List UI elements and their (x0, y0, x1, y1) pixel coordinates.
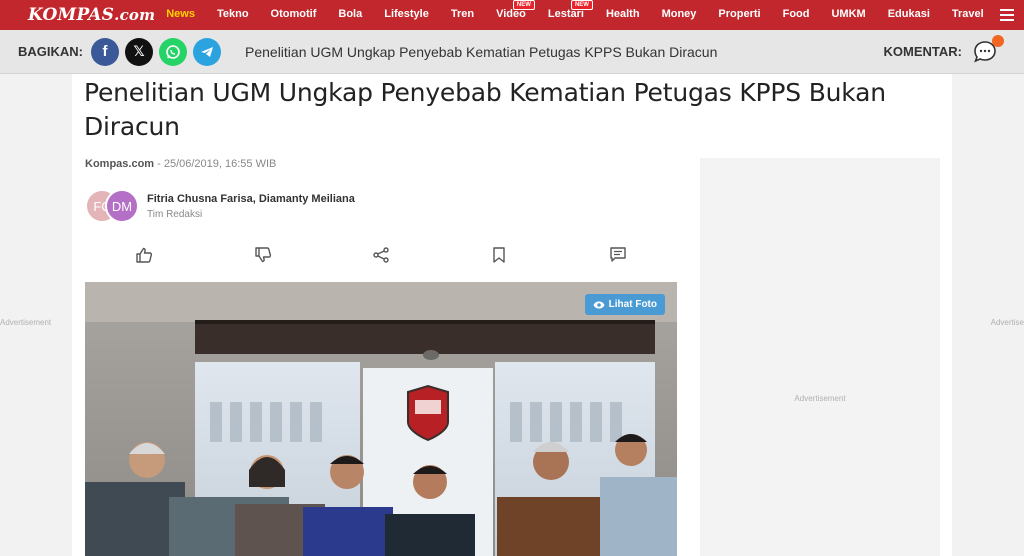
nav-item-label: Food (782, 8, 810, 20)
comment-button[interactable] (559, 240, 677, 270)
facebook-share-button[interactable]: f (91, 37, 119, 66)
left-ad-label: Advertisement (0, 318, 52, 327)
nav-item-umkm[interactable]: UMKM (820, 0, 876, 30)
nav-item-label: News (166, 8, 195, 20)
komentar-label: KOMENTAR: (883, 44, 962, 59)
nav-item-label: Tekno (216, 8, 249, 20)
share-icon (373, 247, 389, 263)
logo-text: KOMPAS (28, 5, 115, 25)
facebook-icon: f (102, 43, 108, 60)
nav-item-health[interactable]: Health (595, 0, 651, 30)
nav-item-label: Lifestyle (384, 8, 429, 20)
lihat-foto-label: Lihat Foto (608, 299, 657, 310)
nav-item-money[interactable]: Money (651, 0, 708, 30)
nav-list: News Tekno Otomotif Bola Lifestyle Tren Video N… (155, 0, 994, 30)
nav-item-food[interactable]: Food (772, 0, 821, 30)
nav-item-bola[interactable]: Bola (327, 0, 373, 30)
share-bar-title: Penelitian UGM Ungkap Penyebab Kematian … (245, 43, 718, 60)
nav-item-news[interactable]: News (155, 0, 206, 30)
kompas-logo[interactable]: KOMPAS .com (0, 0, 155, 30)
author-avatar-dm[interactable]: DM (105, 189, 139, 223)
sidebar-ad-label: Advertisement (794, 394, 846, 403)
nav-item-label: Tren (450, 8, 475, 20)
like-icon (136, 247, 153, 263)
like-button[interactable] (85, 240, 203, 270)
nav-item-tekno[interactable]: Tekno (206, 0, 260, 30)
nav-item-tren[interactable]: Tren (440, 0, 485, 30)
author-block: FC DM Fitria Chusna Farisa, Diamanty Mei… (85, 186, 355, 226)
eye-icon (593, 301, 605, 308)
nav-item-label: UMKM (831, 8, 866, 20)
whatsapp-icon (166, 44, 180, 59)
nav-item-label: Travel (951, 8, 984, 20)
nav-item-label: Otomotif (270, 8, 317, 20)
article-actions (85, 240, 677, 270)
nav-item-label: Edukasi (887, 8, 930, 20)
article-date: - 25/06/2019, 16:55 WIB (154, 158, 277, 170)
notification-dot (992, 34, 1004, 47)
new-badge: NEW (512, 0, 535, 10)
bookmark-icon (493, 247, 506, 263)
share-label: BAGIKAN: (18, 44, 83, 59)
author-role: Tim Redaksi (147, 208, 203, 220)
sidebar-ad[interactable]: Advertisement (700, 158, 940, 556)
press-conference-image (85, 282, 677, 556)
nav-item-label: Money (661, 8, 697, 20)
top-nav: KOMPAS .com News Tekno Otomotif Bola Lifestyl… (0, 0, 1024, 30)
nav-item-edukasi[interactable]: Edukasi (877, 0, 941, 30)
article-headline: Penelitian UGM Ungkap Penyebab Kematian … (84, 78, 886, 141)
nav-item-label: Bola (338, 8, 363, 20)
share-bar: BAGIKAN: f 𝕏 Penelitian UGM Ungkap Penye… (0, 30, 1024, 74)
dislike-icon (254, 247, 271, 263)
komentar-button[interactable] (972, 34, 1004, 65)
nav-item-otomotif[interactable]: Otomotif (260, 0, 328, 30)
author-names[interactable]: Fitria Chusna Farisa, Diamanty Meiliana (147, 193, 355, 205)
x-share-button[interactable]: 𝕏 (125, 37, 153, 66)
article-meta: Kompas.com - 25/06/2019, 16:55 WIB (85, 158, 276, 170)
share-button[interactable] (322, 240, 440, 270)
nav-item-lestari[interactable]: Lestari NEW (537, 0, 595, 30)
nav-item-lifestyle[interactable]: Lifestyle (373, 0, 440, 30)
lihat-foto-button[interactable]: Lihat Foto (584, 294, 665, 315)
article-source[interactable]: Kompas.com (85, 158, 154, 170)
telegram-share-button[interactable] (193, 37, 221, 66)
author-text: Fitria Chusna Farisa, Diamanty Meiliana … (147, 193, 355, 220)
nav-item-travel[interactable]: Travel (941, 0, 995, 30)
comment-icon (610, 247, 626, 262)
logo-suffix: .com (114, 6, 156, 24)
dislike-button[interactable] (203, 240, 321, 270)
nav-item-label: Health (605, 8, 640, 20)
nav-item-label: Properti (718, 8, 761, 20)
nav-item-video[interactable]: Video NEW (485, 0, 537, 30)
new-badge: NEW (570, 0, 593, 10)
bookmark-button[interactable] (440, 240, 558, 270)
nav-item-properti[interactable]: Properti (707, 0, 771, 30)
whatsapp-share-button[interactable] (159, 37, 187, 66)
article-photo[interactable]: Lihat Foto (85, 282, 677, 556)
right-ad-label: Advertise (990, 318, 1024, 327)
telegram-icon (201, 46, 213, 57)
hamburger-icon[interactable] (995, 0, 1020, 30)
x-icon: 𝕏 (133, 43, 145, 59)
